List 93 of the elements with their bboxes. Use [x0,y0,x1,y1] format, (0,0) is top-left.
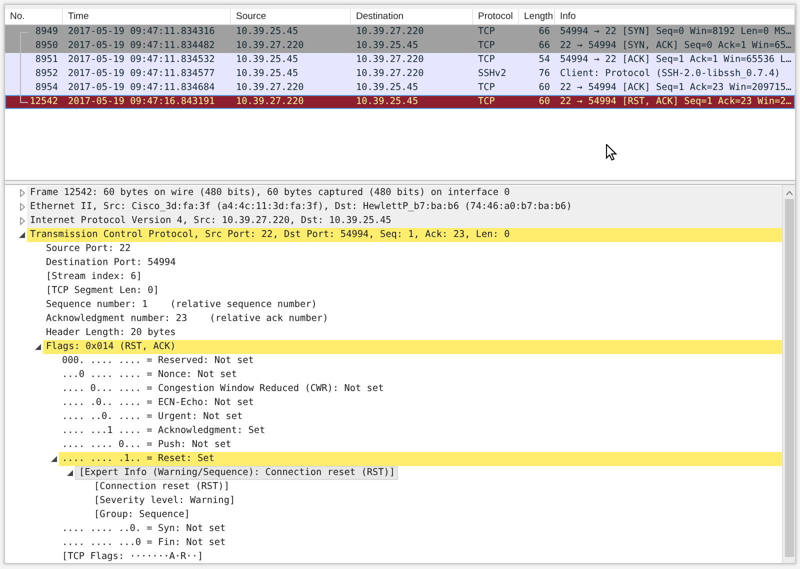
table-cell-text: 8950 [34,39,59,53]
tree-item[interactable]: Sequence number: 1 (relative sequence number) [43,298,782,312]
scrollbar-thumb[interactable] [784,199,794,557]
tree-item[interactable]: .... .0.. .... = ECN-Echo: Not set [59,396,782,410]
table-cell-text: 10.39.25.45 [355,95,420,109]
table-cell-text: 2017-05-19 09:47:11.834482 [67,39,216,53]
packet-row[interactable]: 8951 2017-05-19 09:47:11.834532 10.39.25.45 10.39.27.220 TCP 54 54994 → 22 [ACK] Seq=1 Ack=1 Win=65536 L… [5,53,795,67]
table-cell-text: 10.39.25.45 [235,53,300,67]
tree-item[interactable]: .... 0... .... = Congestion Window Reduced (CWR): Not set [59,382,782,396]
table-cell-text: 60 [538,81,551,95]
column-header[interactable]: No. [5,9,63,24]
column-header[interactable]: Info [555,9,795,24]
table-cell-text: 10.39.27.220 [235,81,305,95]
table-cell-text: 10.39.25.45 [355,39,420,53]
mouse-cursor-icon [606,144,617,161]
tree-item[interactable]: .... .... .1.. = Reset: Set [59,452,782,466]
table-cell-text: 10.39.25.45 [235,25,300,39]
table-cell-text: 2017-05-19 09:47:11.834577 [67,67,216,81]
column-header[interactable]: Source [231,9,351,24]
tree-item[interactable]: Internet Protocol Version 4, Src: 10.39.27.220, Dst: 10.39.25.45 [27,214,782,228]
column-header[interactable]: Length [519,9,555,24]
tree-item[interactable]: [Stream index: 6] [43,270,782,284]
tree-item[interactable]: [TCP Segment Len: 0] [43,284,782,298]
tree-item[interactable]: .... .... ..0. = Syn: Not set [59,522,782,536]
table-cell-text: 10.39.25.45 [355,81,420,95]
table-cell-text: 2017-05-19 09:47:16.843191 [67,95,216,109]
table-cell-text: TCP [477,95,496,109]
table-cell-text: 22 → 54994 [ACK] Seq=1 Ack=23 Win=209715… [559,81,792,95]
tree-item[interactable]: 000. .... .... = Reserved: Not set [59,354,782,368]
packet-row[interactable]: 8949 2017-05-19 09:47:11.834316 10.39.25.45 10.39.27.220 TCP 66 54994 → 22 [SYN] Seq=0 Win=8192 Len=0 MS… [5,25,795,39]
table-cell-text: 10.39.27.220 [355,53,425,67]
scroll-up-icon[interactable] [786,189,792,197]
column-header[interactable]: Protocol [473,9,519,24]
tree-item[interactable]: [TCP Flags: ·······A·R··] [59,550,782,563]
tree-item[interactable]: Flags: 0x014 (RST, ACK) [43,340,782,354]
table-cell-text: TCP [477,53,496,67]
expanded-triangle-icon[interactable] [35,344,41,350]
tree-item[interactable]: Destination Port: 54994 [43,256,782,270]
expanded-triangle-icon[interactable] [19,232,25,238]
table-cell-text: Client: Protocol (SSH-2.0-libssh_0.7.4) [559,67,782,81]
tree-item[interactable]: Frame 12542: 60 bytes on wire (480 bits), 60 bytes captured (480 bits) on interface 0 [27,186,782,200]
collapsed-triangle-icon[interactable] [20,189,24,197]
table-cell-text: 10.39.27.220 [235,95,305,109]
tree-item[interactable]: .... .... 0... = Push: Not set [59,438,782,452]
column-header[interactable]: Time [63,9,231,24]
tree-item[interactable]: [Group: Sequence] [91,508,782,522]
table-cell-text: 2017-05-19 09:47:11.834316 [67,25,216,39]
tree-item[interactable]: .... ...1 .... = Acknowledgment: Set [59,424,782,438]
table-cell-text: TCP [477,25,496,39]
packet-row[interactable]: 8950 2017-05-19 09:47:11.834482 10.39.27.220 10.39.25.45 TCP 66 22 → 54994 [SYN, ACK] Seq=0 Ack=1 Win=65… [5,39,795,53]
table-cell-text: 2017-05-19 09:47:11.834532 [67,53,216,67]
conversation-line [19,32,29,103]
table-cell-text: SSHv2 [477,67,508,81]
table-cell-text: 54994 → 22 [SYN] Seq=0 Win=8192 Len=0 MS… [559,25,792,39]
table-cell-text: 8949 [34,25,59,39]
tree-item[interactable]: .... ..0. .... = Urgent: Not set [59,410,782,424]
tree-item[interactable]: Header Length: 20 bytes [43,326,782,340]
table-cell-text: TCP [477,39,496,53]
table-cell-text: 10.39.27.220 [235,39,305,53]
tree-item[interactable]: [Expert Info (Warning/Sequence): Connection reset (RST)] [75,466,398,480]
tree-item[interactable]: Source Port: 22 [43,242,782,256]
table-cell-text: TCP [477,81,496,95]
tree-item[interactable]: Acknowledgment number: 23 (relative ack number) [43,312,782,326]
table-cell-text: 12542 [28,95,59,109]
tree-item[interactable]: Transmission Control Protocol, Src Port: 22, Dst Port: 54994, Seq: 1, Ack: 23, Len: 0 [27,228,782,242]
tree-item[interactable]: Ethernet II, Src: Cisco_3d:fa:3f (a4:4c:11:3d:fa:3f), Dst: HewlettP_b7:ba:b6 (74:46:a0:b7:ba:b6) [27,200,782,214]
packet-row[interactable]: 8952 2017-05-19 09:47:11.834577 10.39.25.45 10.39.27.220 SSHv2 76 Client: Protocol (SSH-2.0-libssh_0.7.4) [5,67,795,81]
table-cell-text: 54994 → 22 [ACK] Seq=1 Ack=1 Win=65536 L… [559,53,792,67]
table-cell-text: 22 → 54994 [SYN, ACK] Seq=0 Ack=1 Win=65… [559,39,792,53]
tree-item[interactable]: [Connection reset (RST)] [91,480,782,494]
table-cell-text: 66 [538,39,551,53]
tree-item[interactable]: .... .... ...0 = Fin: Not set [59,536,782,550]
table-cell-text: 60 [538,95,551,109]
table-cell-text: 10.39.25.45 [235,67,300,81]
table-cell-text: 66 [538,25,551,39]
tree-item[interactable]: [Severity level: Warning] [91,494,782,508]
table-cell-text: 10.39.27.220 [355,25,425,39]
column-header[interactable]: Destination [351,9,473,24]
table-cell-text: 54 [538,53,551,67]
table-cell-text: 76 [538,67,551,81]
expanded-triangle-icon[interactable] [51,456,57,462]
table-cell-text: 2017-05-19 09:47:11.834684 [67,81,216,95]
packet-row[interactable]: 8954 2017-05-19 09:47:11.834684 10.39.27.220 10.39.25.45 TCP 60 22 → 54994 [ACK] Seq=1 Ack=23 Win=209715… [5,81,795,95]
tree-item[interactable]: ...0 .... .... = Nonce: Not set [59,368,782,382]
collapsed-triangle-icon[interactable] [20,203,24,211]
table-cell-text: 10.39.27.220 [355,67,425,81]
table-cell-text: 22 → 54994 [RST, ACK] Seq=1 Ack=23 Win=2… [559,95,792,109]
collapsed-triangle-icon[interactable] [20,217,24,225]
table-cell-text: 8954 [34,81,59,95]
packet-row[interactable]: 12542 2017-05-19 09:47:16.843191 10.39.27.220 10.39.25.45 TCP 60 22 → 54994 [RST, ACK] Seq=1 Ack=23 Win=2… [5,95,795,109]
table-cell-text: 8952 [34,67,59,81]
expanded-triangle-icon[interactable] [67,470,73,476]
table-cell-text: 8951 [34,53,59,67]
